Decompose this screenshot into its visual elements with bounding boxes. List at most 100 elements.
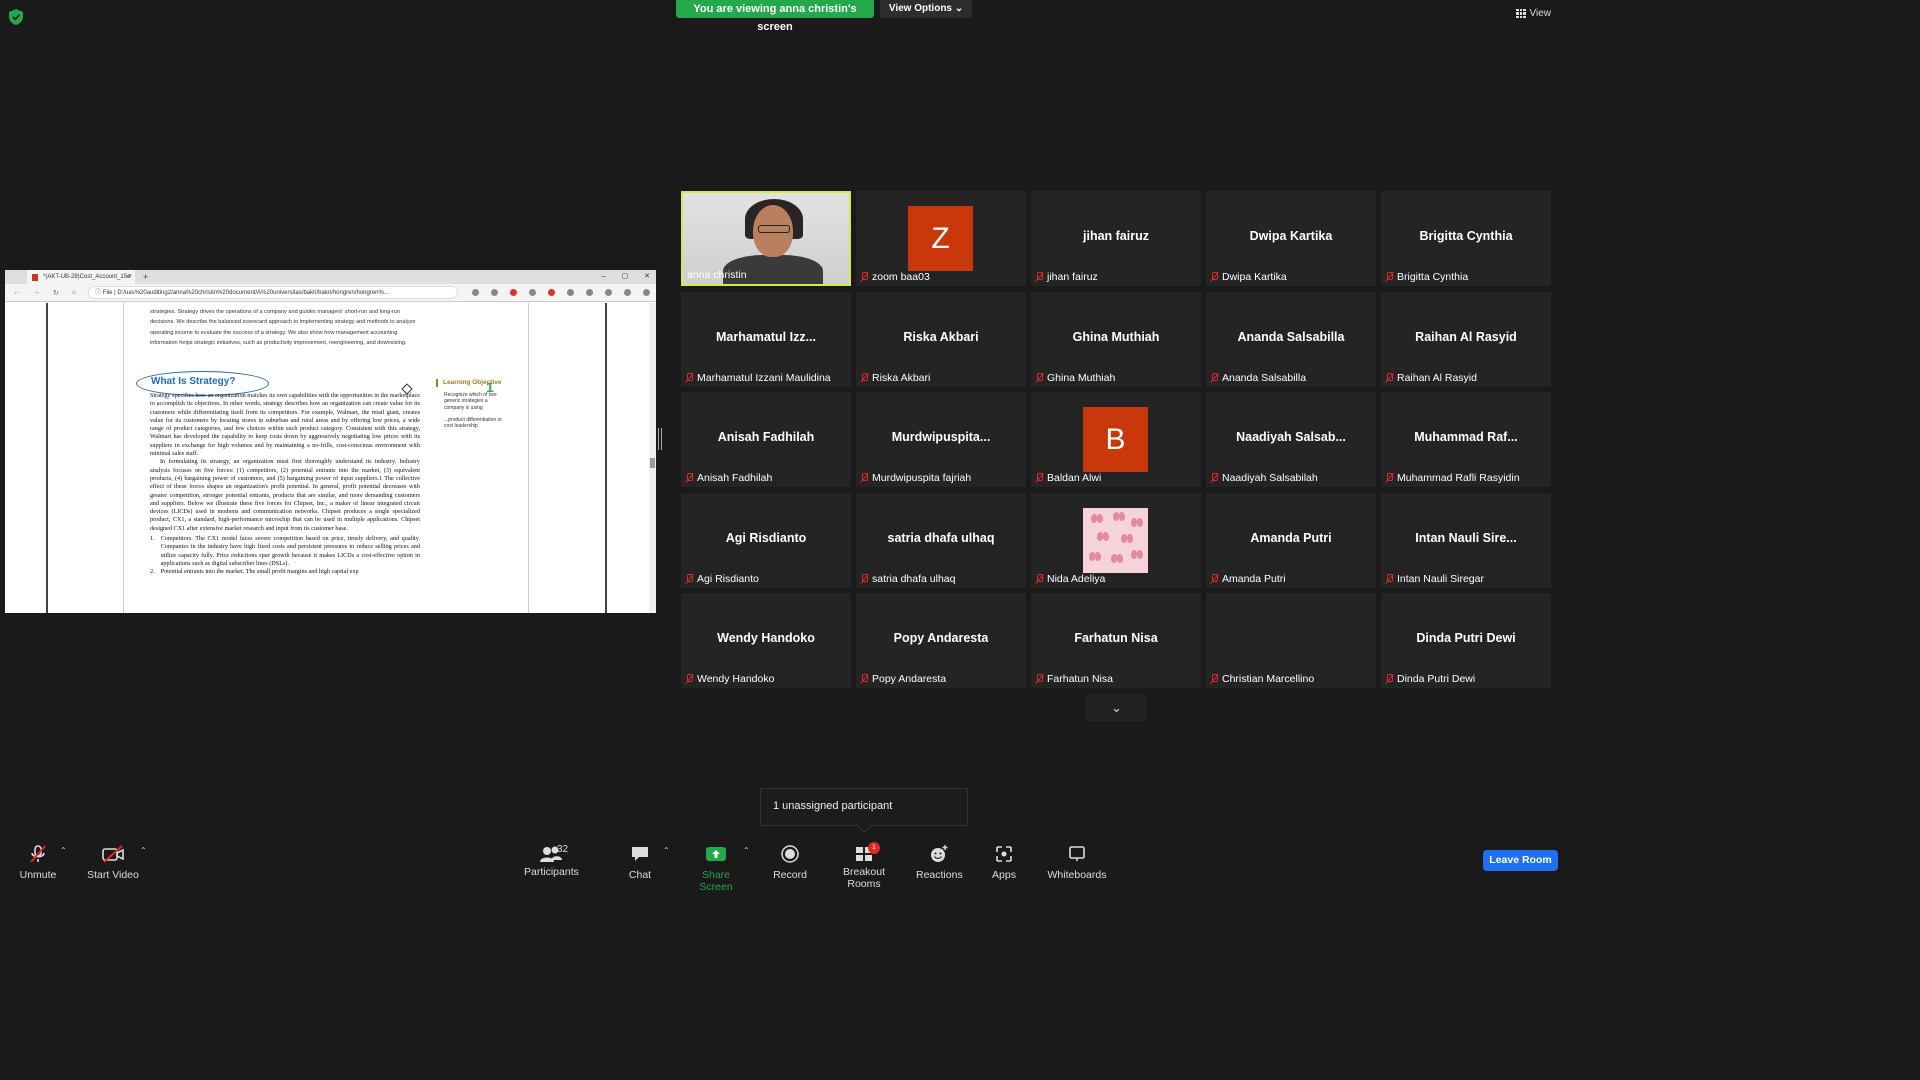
apps-button[interactable]: Apps	[986, 844, 1022, 881]
participant-name-label: Amanda Putri	[1210, 573, 1286, 585]
browser-tab: *(AKT-UB-28)Cost_Account_15e ×	[27, 270, 135, 284]
view-options-button[interactable]: View Options ⌄	[880, 0, 972, 18]
participant-name-label: Intan Nauli Siregar	[1385, 573, 1484, 585]
participant-display-name: Wendy Handoko	[717, 631, 815, 645]
participant-tile[interactable]: Zzoom baa03	[856, 191, 1026, 286]
reactions-label: Reactions	[916, 869, 963, 881]
chat-button[interactable]: Chat	[620, 844, 660, 881]
participant-name-label: zoom baa03	[860, 271, 930, 283]
participant-tile[interactable]: Raihan Al Rasyid Raihan Al Rasyid	[1381, 291, 1551, 387]
participant-name-label: Farhatun Nisa	[1035, 673, 1113, 685]
participants-label: Participants	[524, 866, 579, 878]
microphone-muted-icon	[685, 674, 693, 684]
participant-tile[interactable]: Marhamatul Izz... Marhamatul Izzani Mauli…	[681, 291, 851, 387]
whiteboards-button[interactable]: Whiteboards	[1046, 844, 1108, 881]
share-screen-button[interactable]: Share Screen	[686, 844, 746, 893]
participant-tile[interactable]: Anisah Fadhilah Anisah Fadhilah	[681, 392, 851, 487]
participant-name: Brigitta Cynthia	[1397, 271, 1469, 283]
pdf-list-text: Potential entrants into the market. The …	[160, 568, 359, 576]
participant-tile[interactable]: Muhammad Raf... Muhammad Rafli Rasyidin	[1381, 392, 1551, 487]
opera-icon	[510, 289, 518, 296]
chat-label: Chat	[628, 869, 652, 881]
participant-tile[interactable]: Farhatun Nisa Farhatun Nisa	[1031, 593, 1201, 688]
breakout-rooms-button[interactable]: 1 Breakout Rooms	[826, 842, 902, 890]
chat-options-caret-icon[interactable]: ⌃	[663, 846, 670, 855]
view-layout-button[interactable]: View	[1516, 8, 1551, 19]
participant-tile[interactable]: anna christin	[681, 191, 851, 286]
whiteboards-label: Whiteboards	[1047, 869, 1107, 881]
microphone-muted-icon	[1035, 573, 1043, 584]
plus-icon: +	[143, 272, 149, 282]
participant-name-label: Dinda Putri Dewi	[1385, 673, 1475, 685]
participant-tile[interactable]: Popy Andaresta Popy Andaresta	[856, 593, 1026, 688]
participant-name: Anisah Fadhilah	[697, 472, 773, 484]
record-button[interactable]: Record	[770, 844, 810, 881]
participant-tile[interactable]: Nida Adeliya	[1031, 492, 1201, 588]
butterfly-icon	[1121, 533, 1133, 543]
participant-tile[interactable]: Agi Risdianto Agi Risdianto	[681, 492, 851, 588]
participant-name: Popy Andaresta	[872, 673, 947, 685]
participant-name: Ghina Muthiah	[1047, 371, 1116, 384]
participant-name-label: Baldan Alwi	[1035, 472, 1101, 484]
participant-tile[interactable]: Ananda Salsabilla Ananda Salsabilla	[1206, 291, 1376, 387]
participant-tile[interactable]: Christian Marcellino	[1206, 593, 1376, 688]
profile-icon	[624, 289, 632, 296]
video-options-caret-icon[interactable]: ⌃	[140, 846, 147, 855]
browser-tab-title: *(AKT-UB-28)Cost_Account_15e	[43, 274, 131, 280]
window-controls: – ▢ ✕	[602, 270, 650, 284]
participant-name: Naadiyah Salsabilah	[1222, 472, 1318, 484]
pdf-page: strategies. Strategy drives the operatio…	[123, 303, 529, 613]
microphone-muted-icon	[1385, 272, 1393, 282]
microphone-muted-icon	[30, 845, 46, 863]
participant-name-label: Dwipa Kartika	[1210, 271, 1287, 283]
browser-nav-buttons: ← → ↻ ⌂	[13, 289, 76, 297]
pdf-list-number: 2.	[150, 568, 155, 576]
participant-name: zoom baa03	[872, 271, 930, 283]
participant-tile[interactable]: Intan Nauli Sire... Intan Nauli Siregar	[1381, 492, 1551, 588]
participant-display-name: Agi Risdianto	[725, 530, 807, 545]
butterfly-icon	[1089, 551, 1101, 561]
participant-tile[interactable]: Naadiyah Salsab... Naadiyah Salsabilah	[1206, 392, 1376, 487]
participant-display-name: Raihan Al Rasyid	[1415, 329, 1517, 344]
video-gallery: anna christin Zzoom baa03 jihan fairuz jiha…	[681, 191, 1551, 690]
shared-screen: *(AKT-UB-28)Cost_Account_15e × + – ▢ ✕ ←…	[5, 270, 656, 613]
participant-tile[interactable]: Riska Akbari Riska Akbari	[856, 291, 1026, 387]
participant-display-name: Brigitta Cynthia	[1419, 229, 1513, 243]
participant-name: Marhamatul Izzani Maulidina	[697, 371, 831, 384]
split-view-handle[interactable]	[658, 428, 662, 450]
participant-name: Dinda Putri Dewi	[1397, 673, 1476, 685]
participant-tile[interactable]: Dwipa Kartika Dwipa Kartika	[1206, 191, 1376, 286]
microphone-muted-icon	[860, 372, 868, 383]
meeting-toolbar: Unmute ⌃ Start Video ⌃ 32 Participants C…	[0, 834, 1568, 893]
participant-avatar: B	[1083, 407, 1148, 472]
microphone-muted-icon	[860, 272, 868, 282]
participants-button[interactable]: 32 Participants	[524, 844, 579, 878]
participant-name-label: Raihan Al Rasyid	[1385, 372, 1477, 384]
start-video-button[interactable]: Start Video	[86, 844, 140, 881]
security-shield-icon[interactable]	[9, 9, 23, 25]
smiley-plus-icon	[931, 845, 948, 862]
participant-tile[interactable]: Amanda Putri Amanda Putri	[1206, 492, 1376, 588]
participant-display-name: Dwipa Kartika	[1249, 229, 1333, 243]
leave-room-button[interactable]: Leave Room	[1483, 850, 1558, 871]
gallery-next-page-button[interactable]: ⌄	[1086, 694, 1147, 721]
participant-tile[interactable]: B Baldan Alwi	[1031, 392, 1201, 487]
participant-tile[interactable]: Ghina Muthiah Ghina Muthiah	[1031, 291, 1201, 387]
participant-tile[interactable]: Brigitta Cynthia Brigitta Cynthia	[1381, 191, 1551, 286]
reactions-button[interactable]: Reactions	[916, 844, 963, 881]
participant-display-name: satria dhafa ulhaq	[887, 530, 995, 545]
participant-tile[interactable]: satria dhafa ulhaq satria dhafa ulhaq	[856, 492, 1026, 588]
learning-objective-text: Recognize which of two generic strategie…	[444, 392, 497, 411]
participant-tile[interactable]: Wendy Handoko Wendy Handoko	[681, 593, 851, 688]
audio-options-caret-icon[interactable]: ⌃	[60, 846, 67, 855]
participant-tile[interactable]: Murdwipuspita... Murdwipuspita fajriah	[856, 392, 1026, 487]
microphone-muted-icon	[1385, 674, 1393, 684]
unmute-button[interactable]: Unmute	[18, 844, 58, 881]
participant-tile[interactable]: Dinda Putri Dewi Dinda Putri Dewi	[1381, 593, 1551, 688]
pdf-list-text: Competitors. The CX1 model faces severe …	[160, 535, 420, 567]
share-options-caret-icon[interactable]: ⌃	[743, 846, 750, 855]
participant-tile[interactable]: jihan fairuz jihan fairuz	[1031, 191, 1201, 286]
home-icon: ⌂	[71, 288, 77, 296]
record-icon	[781, 845, 799, 863]
apps-icon	[996, 846, 1012, 862]
